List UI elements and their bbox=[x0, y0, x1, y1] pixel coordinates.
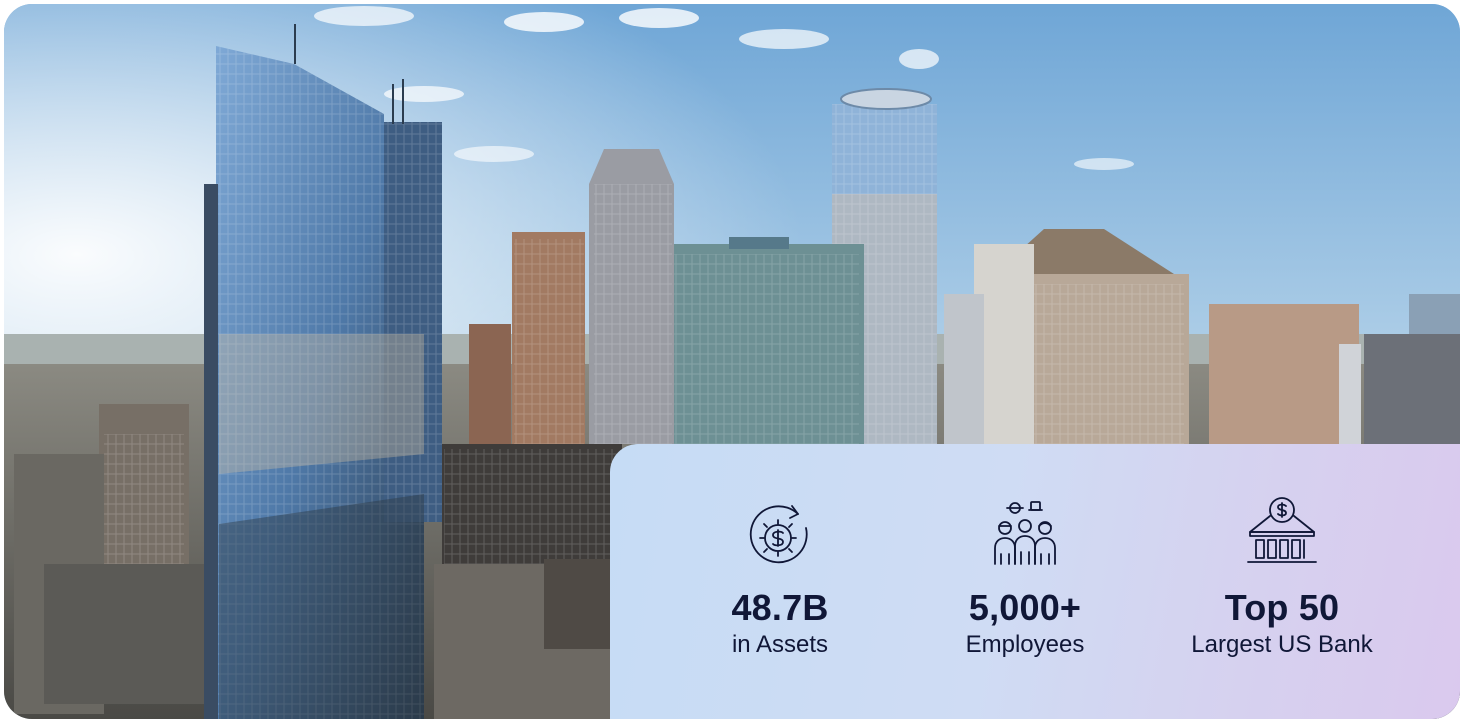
stat-value: Top 50 bbox=[1224, 587, 1340, 628]
stat-label: Largest US Bank bbox=[1191, 631, 1373, 658]
stat-label: Employees bbox=[965, 631, 1085, 658]
stat-ranking: Top 50 Largest US Bank bbox=[1152, 494, 1412, 660]
stat-label: in Assets bbox=[731, 631, 829, 658]
stat-value: 48.7B bbox=[731, 587, 829, 628]
bank-icon bbox=[1242, 494, 1322, 574]
stat-assets: 48.7B in Assets bbox=[650, 494, 910, 660]
stat-value: 5,000+ bbox=[968, 587, 1082, 628]
stats-panel: 48.7B in Assets 5,000+ Employees Top 50 … bbox=[610, 444, 1460, 719]
dollar-cycle-icon bbox=[740, 494, 820, 574]
hero-card: 48.7B in Assets 5,000+ Employees Top 50 … bbox=[4, 4, 1460, 719]
people-group-icon bbox=[985, 494, 1065, 574]
stat-employees: 5,000+ Employees bbox=[895, 494, 1155, 660]
